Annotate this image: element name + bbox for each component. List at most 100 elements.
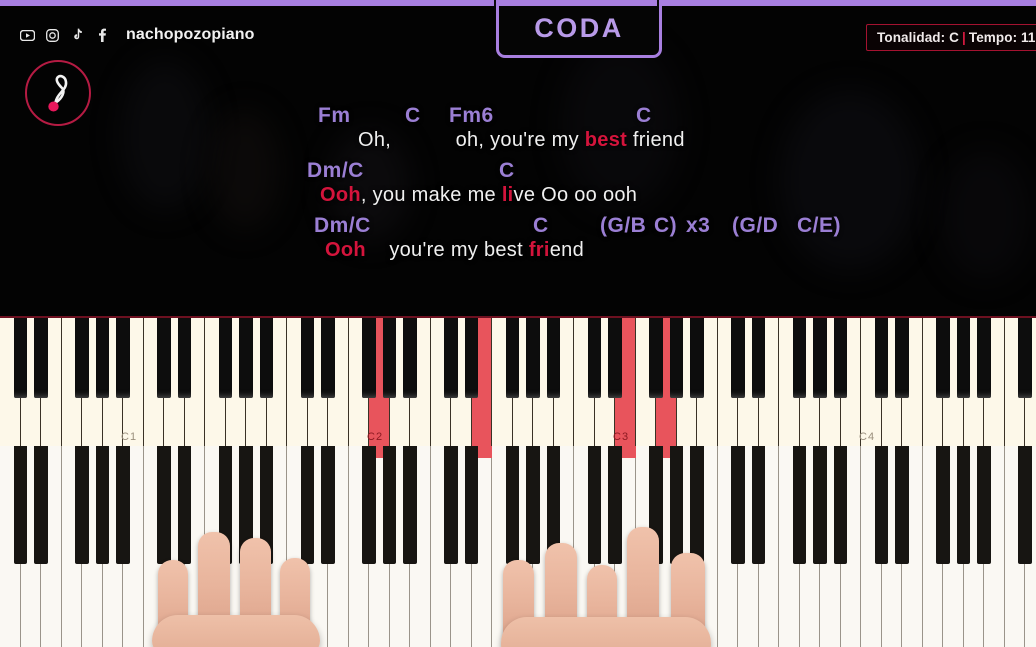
lyric-line: Dm/C C Ooh, you make me live Oo oo ooh [0, 159, 1036, 214]
overlay-black-key[interactable] [444, 318, 458, 398]
overlay-black-key[interactable] [157, 318, 171, 398]
lyric-highlight: best [584, 129, 628, 151]
overlay-keyboard[interactable]: C1 C2 C3 C4 [0, 316, 1036, 446]
chord-symbol: Dm/C [314, 214, 371, 237]
chord-symbol: Fm6 [449, 104, 494, 127]
overlay-black-key[interactable] [75, 318, 89, 398]
overlay-black-key[interactable] [649, 318, 663, 398]
video-black-key [95, 444, 110, 564]
overlay-black-key[interactable] [321, 318, 335, 398]
overlay-black-key[interactable] [34, 318, 48, 398]
tempo-label: Tempo: 117 bpm [968, 30, 1036, 45]
lyric-text: end [549, 239, 584, 261]
video-black-key [977, 444, 991, 564]
video-black-key [444, 444, 458, 564]
video-black-key [464, 444, 479, 564]
overlay-black-key[interactable] [116, 318, 130, 398]
section-badge-label: CODA [534, 13, 624, 43]
overlay-black-key[interactable] [956, 318, 971, 398]
overlay-black-key[interactable] [833, 318, 848, 398]
octave-label: C2 [367, 431, 384, 443]
lyric-line: Fm C Fm6 C Oh, oh, you're my best friend [0, 104, 1036, 159]
overlay-black-key[interactable] [1018, 318, 1032, 398]
overlay-black-key[interactable] [362, 318, 376, 398]
overlay-black-key[interactable] [895, 318, 909, 398]
chord-symbol: Dm/C [307, 159, 364, 182]
music-note-logo [25, 60, 91, 126]
chord-row: Dm/C C (G/B C) x3 (G/D C/E) [0, 214, 1036, 240]
overlay-black-key[interactable] [13, 318, 28, 398]
chord-symbol: (G/D [732, 214, 779, 237]
facebook-icon[interactable] [95, 28, 110, 43]
lyric-line: Dm/C C (G/B C) x3 (G/D C/E) Ooh you're my best … [0, 214, 1036, 269]
video-black-key [75, 444, 89, 564]
chord-symbol: C [405, 104, 421, 127]
lyric-text: , you make me [360, 184, 502, 206]
video-progress-bar[interactable] [0, 0, 1036, 6]
video-black-key [13, 444, 28, 564]
chord-symbol: C [499, 159, 515, 182]
chord-symbol: Fm [318, 104, 351, 127]
video-black-key [362, 444, 376, 564]
chord-row: Dm/C C [0, 159, 1036, 185]
overlay-black-key[interactable] [259, 318, 274, 398]
tiktok-icon[interactable] [70, 28, 85, 43]
chord-symbol: (G/B [600, 214, 647, 237]
overlay-black-key[interactable] [813, 318, 827, 398]
lyric-highlight: Ooh [325, 239, 366, 261]
overlay-black-key[interactable] [608, 318, 622, 398]
overlay-black-key[interactable] [218, 318, 233, 398]
octave-label: C3 [613, 431, 630, 443]
key-tempo-badge: Tonalidad: C | Tempo: 117 bpm [866, 24, 1036, 51]
octave-label: C1 [121, 431, 138, 443]
lyric-highlight: fri [528, 239, 550, 261]
video-black-key [936, 444, 950, 564]
overlay-black-key[interactable] [874, 318, 889, 398]
right-hand [495, 505, 725, 647]
video-black-key [403, 444, 417, 564]
overlay-black-key[interactable] [546, 318, 561, 398]
video-black-key [956, 444, 971, 564]
social-links: nachopozopiano [20, 26, 255, 44]
video-black-key [34, 444, 48, 564]
overlay-black-key[interactable] [403, 318, 417, 398]
overlay-black-key[interactable] [587, 318, 602, 398]
overlay-black-key[interactable] [300, 318, 315, 398]
overlay-black-key[interactable] [526, 318, 540, 398]
video-black-key [751, 444, 766, 564]
overlay-black-key[interactable] [95, 318, 110, 398]
lyric-text: oh, you're my [397, 129, 585, 151]
overlay-black-key[interactable] [977, 318, 991, 398]
lyric-text: friend [627, 129, 685, 151]
overlay-black-key[interactable] [792, 318, 807, 398]
video-black-key [116, 444, 130, 564]
lyric-text-row: Oh, oh, you're my best friend [358, 129, 685, 152]
key-label: Tonalidad: C [877, 30, 959, 45]
video-black-key [792, 444, 807, 564]
overlay-black-key[interactable] [382, 318, 397, 398]
overlay-black-key[interactable] [690, 318, 704, 398]
chord-row: Fm C Fm6 C [0, 104, 1036, 130]
overlay-black-key[interactable] [669, 318, 684, 398]
chord-symbol: C [636, 104, 652, 127]
section-badge-coda: CODA [496, 2, 662, 58]
lyric-highlight: Ooh [320, 184, 361, 206]
channel-handle: nachopozopiano [126, 26, 255, 43]
youtube-icon[interactable] [20, 28, 35, 43]
overlay-black-key[interactable] [751, 318, 766, 398]
overlay-black-key[interactable] [177, 318, 192, 398]
overlay-black-key[interactable] [505, 318, 520, 398]
lyric-text: ve Oo oo ooh [513, 184, 638, 206]
overlay-black-key[interactable] [239, 318, 253, 398]
overlay-black-key[interactable] [464, 318, 479, 398]
overlay-black-key[interactable] [936, 318, 950, 398]
lyric-text: Oh, [358, 129, 397, 151]
instagram-icon[interactable] [45, 28, 60, 43]
video-black-key [895, 444, 909, 564]
lyric-text: you're my best [365, 239, 529, 261]
video-black-key [813, 444, 827, 564]
chord-symbol: x3 [686, 214, 711, 237]
overlay-black-key[interactable] [731, 318, 745, 398]
key-tempo-separator: | [961, 30, 966, 45]
video-black-key [382, 444, 397, 564]
